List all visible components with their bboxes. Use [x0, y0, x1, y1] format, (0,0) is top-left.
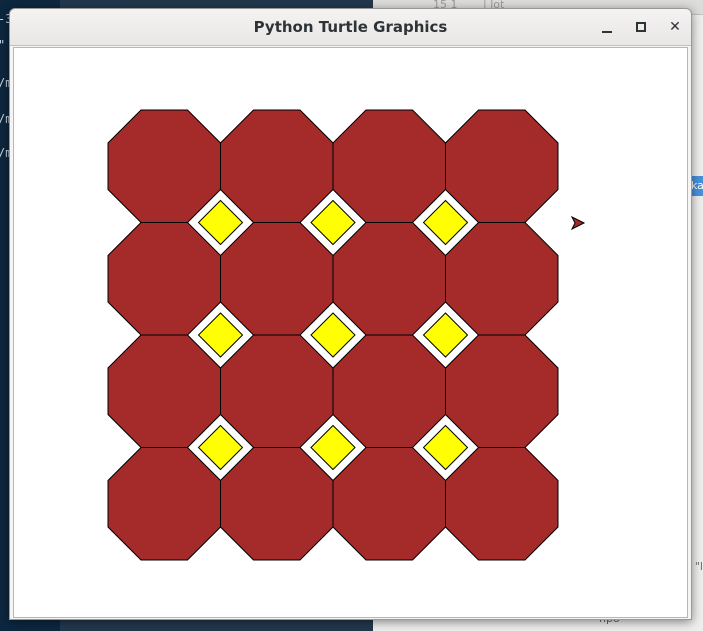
- terminal-line: ": [0, 38, 5, 52]
- background-editor-selection: ka: [691, 176, 703, 196]
- square-tile: [310, 199, 356, 246]
- maximize-icon: [636, 22, 646, 32]
- turtle-window: Python Turtle Graphics ✕: [9, 8, 692, 620]
- turtle-cursor-icon: [570, 215, 586, 231]
- octagon-tile: [445, 222, 559, 336]
- turtle-canvas[interactable]: [13, 47, 688, 618]
- maximize-button[interactable]: [628, 14, 654, 40]
- desktop: -3 " /m /m /m 15 1 | lot ka "l npo Pytho…: [0, 0, 703, 631]
- square-tile: [422, 199, 469, 246]
- minimize-icon: [602, 31, 612, 33]
- octagon-tile: [220, 334, 334, 448]
- octagon-tile: [332, 447, 446, 561]
- octagon-tile: [445, 334, 559, 448]
- octagon-tile: [332, 109, 446, 223]
- background-editor-text: "l: [694, 560, 703, 573]
- close-button[interactable]: ✕: [662, 14, 688, 40]
- square-tile: [310, 312, 356, 358]
- turtle-drawing: [107, 109, 586, 561]
- octagon-tile: [445, 447, 559, 561]
- octagon-tile: [220, 447, 334, 561]
- octagon-tile: [107, 222, 221, 336]
- octagon-tile: [107, 447, 221, 561]
- square-tile: [422, 312, 469, 358]
- octagon-tile: [332, 222, 446, 336]
- title-bar[interactable]: Python Turtle Graphics ✕: [10, 9, 691, 46]
- window-title: Python Turtle Graphics: [253, 18, 448, 36]
- octagon-tile: [220, 109, 334, 223]
- octagon-tile: [107, 334, 221, 448]
- octagon-tile: [107, 109, 221, 223]
- square-tile: [197, 424, 244, 471]
- minimize-button[interactable]: [594, 14, 620, 40]
- square-tile: [310, 424, 356, 471]
- square-tile: [422, 424, 469, 471]
- octagon-tile: [445, 109, 559, 223]
- octagon-tile: [220, 222, 334, 336]
- square-tile: [197, 199, 244, 246]
- square-tile: [197, 312, 244, 358]
- octagon-tile: [332, 334, 446, 448]
- close-icon: ✕: [669, 19, 681, 35]
